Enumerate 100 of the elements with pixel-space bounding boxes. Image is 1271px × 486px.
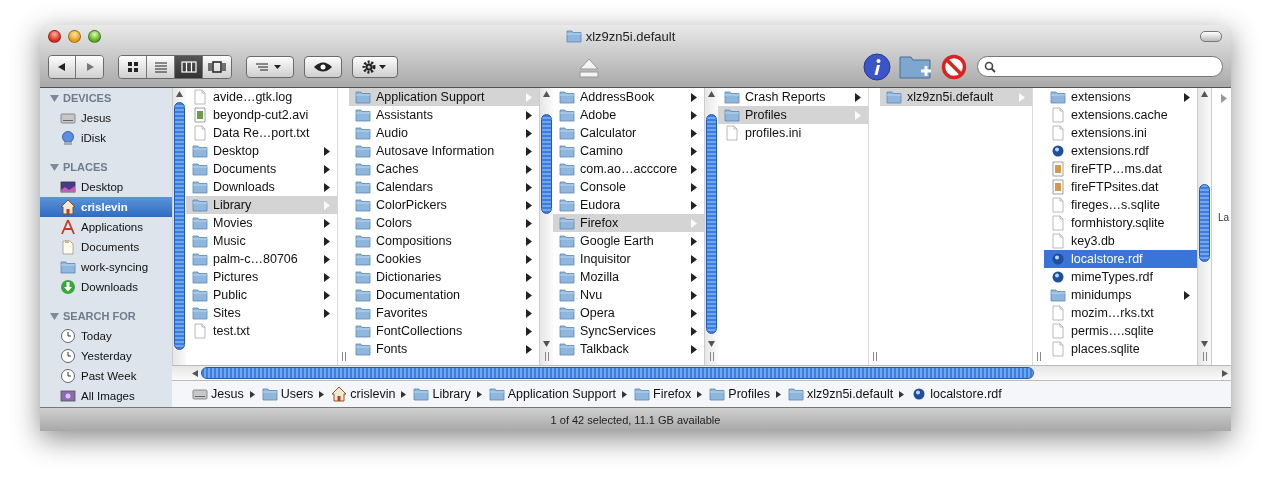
scroll-left-arrow-icon[interactable] — [192, 369, 198, 377]
resize-grip-icon[interactable] — [871, 352, 878, 361]
sidebar-item[interactable]: All Images — [40, 386, 172, 406]
file-row[interactable]: Crash Reports — [718, 88, 868, 106]
path-item[interactable]: Users — [261, 386, 314, 402]
scroll-down-arrow-icon[interactable] — [543, 341, 550, 347]
file-row[interactable]: mozim…rks.txt — [1044, 304, 1197, 322]
file-row[interactable]: Data Re…port.txt — [186, 124, 337, 142]
file-row[interactable]: Favorites — [349, 304, 539, 322]
file-row[interactable]: xlz9zn5i.default — [880, 88, 1032, 106]
sidebar-item[interactable]: Yesterday — [40, 346, 172, 366]
path-item[interactable]: xlz9zn5i.default — [788, 386, 894, 402]
file-row[interactable]: Pictures — [186, 268, 337, 286]
columns-view-button[interactable] — [175, 55, 203, 78]
new-folder-icon[interactable] — [899, 53, 933, 80]
sidebar-item[interactable]: work-syncing — [40, 257, 172, 277]
back-button[interactable] — [49, 55, 76, 78]
file-row[interactable]: FontCollections — [349, 322, 539, 340]
horizontal-scrollbar[interactable] — [172, 365, 1231, 380]
file-row[interactable]: Cookies — [349, 250, 539, 268]
file-row[interactable]: extensions.cache — [1044, 106, 1197, 124]
sidebar-item[interactable]: iDisk — [40, 128, 172, 148]
path-item[interactable]: Firefox — [634, 386, 692, 402]
toolbar-toggle-button[interactable] — [1200, 30, 1222, 42]
info-icon[interactable] — [863, 52, 891, 81]
resize-grip-icon[interactable] — [708, 352, 715, 361]
scrollbar[interactable] — [539, 88, 553, 365]
file-row[interactable]: permis….sqlite — [1044, 322, 1197, 340]
path-item[interactable]: Application Support — [488, 386, 617, 402]
disclosure-triangle-icon[interactable] — [50, 311, 59, 321]
file-row[interactable]: fireFTPsites.dat — [1044, 178, 1197, 196]
close-button[interactable] — [48, 29, 61, 43]
action-button[interactable] — [352, 55, 398, 78]
file-row[interactable]: Movies — [186, 214, 337, 232]
file-row[interactable]: formhistory.sqlite — [1044, 214, 1197, 232]
file-row[interactable]: Nvu — [553, 286, 704, 304]
file-row[interactable]: Opera — [553, 304, 704, 322]
file-row[interactable]: Downloads — [186, 178, 337, 196]
file-row[interactable]: fireFTP…ms.dat — [1044, 160, 1197, 178]
file-row[interactable]: Mozilla — [553, 268, 704, 286]
resize-grip-icon[interactable] — [543, 352, 550, 361]
arrange-button[interactable] — [246, 55, 294, 78]
sidebar-item[interactable]: Downloads — [40, 277, 172, 297]
file-row[interactable]: Assistants — [349, 106, 539, 124]
file-row[interactable]: Caches — [349, 160, 539, 178]
file-row[interactable]: extensions.rdf — [1044, 142, 1197, 160]
resize-grip-icon[interactable] — [1035, 352, 1042, 361]
zoom-button[interactable] — [88, 29, 101, 43]
file-row[interactable]: Documents — [186, 160, 337, 178]
file-row[interactable]: AddressBook — [553, 88, 704, 106]
file-row[interactable]: Library — [186, 196, 337, 214]
file-row[interactable]: Desktop — [186, 142, 337, 160]
scroll-thumb[interactable] — [706, 114, 717, 334]
disclosure-triangle-icon[interactable] — [50, 93, 59, 103]
file-row[interactable]: places.sqlite — [1044, 340, 1197, 358]
file-row[interactable]: palm-c…80706 — [186, 250, 337, 268]
file-row[interactable]: test.txt — [186, 322, 337, 340]
file-row[interactable]: Autosave Information — [349, 142, 539, 160]
path-item[interactable]: Library — [413, 386, 471, 402]
file-row[interactable]: Sites — [186, 304, 337, 322]
sidebar-item[interactable]: Applications — [40, 217, 172, 237]
scroll-thumb[interactable] — [174, 102, 185, 350]
scroll-up-arrow-icon[interactable] — [176, 91, 183, 97]
scrollbar[interactable] — [172, 88, 186, 365]
file-row[interactable]: Compositions — [349, 232, 539, 250]
file-row[interactable]: com.ao…acccore — [553, 160, 704, 178]
file-row[interactable]: ColorPickers — [349, 196, 539, 214]
sidebar-item[interactable]: Today — [40, 326, 172, 346]
file-row[interactable]: Fonts — [349, 340, 539, 358]
sidebar-item[interactable]: Jesus — [40, 108, 172, 128]
file-row[interactable]: Dictionaries — [349, 268, 539, 286]
scroll-down-arrow-icon[interactable] — [1201, 341, 1208, 347]
file-row[interactable]: Eudora — [553, 196, 704, 214]
file-row[interactable]: Camino — [553, 142, 704, 160]
file-row[interactable]: fireges…s.sqlite — [1044, 196, 1197, 214]
sidebar-item[interactable]: crislevin — [40, 197, 172, 217]
list-view-button[interactable] — [147, 55, 175, 78]
path-item[interactable]: crislevin — [331, 386, 396, 402]
scroll-up-arrow-icon[interactable] — [1201, 91, 1208, 97]
file-row[interactable]: Calculator — [553, 124, 704, 142]
file-row[interactable]: Music — [186, 232, 337, 250]
file-row[interactable]: SyncServices — [553, 322, 704, 340]
scroll-thumb[interactable] — [201, 367, 1034, 379]
file-row[interactable]: Console — [553, 178, 704, 196]
resize-grip-icon[interactable] — [340, 352, 347, 361]
file-row[interactable]: Adobe — [553, 106, 704, 124]
file-row[interactable]: minidumps — [1044, 286, 1197, 304]
file-row[interactable]: Profiles — [718, 106, 868, 124]
path-item[interactable]: localstore.rdf — [911, 386, 1002, 402]
icons-view-button[interactable] — [119, 55, 147, 78]
file-row[interactable]: Firefox — [553, 214, 704, 232]
file-row[interactable]: mimeTypes.rdf — [1044, 268, 1197, 286]
quick-look-button[interactable] — [304, 55, 342, 78]
scrollbar[interactable] — [1197, 88, 1211, 365]
scroll-up-arrow-icon[interactable] — [708, 91, 715, 97]
file-row[interactable]: key3.db — [1044, 232, 1197, 250]
file-row[interactable]: Google Earth — [553, 232, 704, 250]
resize-grip-icon[interactable] — [1201, 352, 1208, 361]
scroll-thumb[interactable] — [1199, 184, 1210, 262]
coverflow-view-button[interactable] — [203, 55, 231, 78]
